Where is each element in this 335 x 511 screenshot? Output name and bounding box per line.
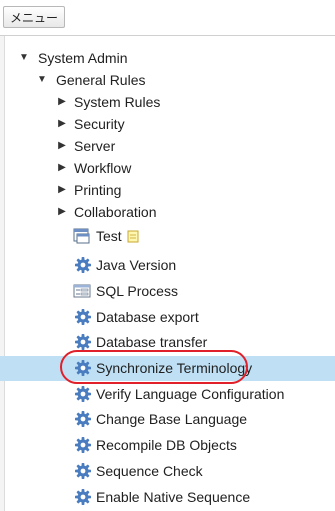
gear-icon — [74, 410, 92, 428]
menu-button[interactable]: メニュー — [3, 6, 66, 28]
collapsed-arrow-icon[interactable]: ▶ — [56, 179, 68, 201]
window-icon — [73, 227, 91, 245]
tree-item-label: Sequence Check — [96, 463, 203, 479]
collapsed-arrow-icon[interactable]: ▶ — [56, 91, 68, 113]
tree-item-label: Database transfer — [96, 334, 208, 350]
tree-item-test[interactable]: Test — [0, 225, 335, 247]
gear-icon — [74, 385, 92, 403]
tree-item-sequence-check[interactable]: Sequence Check — [0, 460, 335, 482]
tree-node-system-admin[interactable]: ▼ System Admin — [0, 47, 335, 69]
expanded-arrow-icon[interactable]: ▼ — [18, 47, 30, 69]
gear-icon — [74, 256, 92, 274]
form-icon — [73, 282, 91, 300]
tree-node-label: Security — [74, 116, 125, 132]
tree-item-verify-language-configuration[interactable]: Verify Language Configuration — [0, 383, 335, 405]
gear-icon — [74, 436, 92, 454]
tree-node-general-rules[interactable]: ▼ General Rules — [0, 69, 335, 91]
tree-node-label: Printing — [74, 182, 122, 198]
tree-node-label: Collaboration — [74, 204, 157, 220]
tree-node-label: General Rules — [56, 72, 146, 88]
note-icon — [126, 229, 144, 247]
collapsed-arrow-icon[interactable]: ▶ — [56, 201, 68, 223]
tree-folder-security[interactable]: ▶ Security — [0, 113, 335, 135]
tree-node-label: System Admin — [38, 50, 128, 66]
tree-item-label: Verify Language Configuration — [96, 386, 285, 402]
gear-icon — [74, 488, 92, 506]
tree-item-sql-process[interactable]: SQL Process — [0, 280, 335, 302]
tree-folder-system-rules[interactable]: ▶ System Rules — [0, 91, 335, 113]
tree-item-change-base-language[interactable]: Change Base Language — [0, 408, 335, 430]
tree-item-label: Java Version — [96, 257, 177, 273]
tree-item-label: Enable Native Sequence — [96, 489, 251, 505]
tree-item-label: Test — [96, 228, 122, 244]
tree-node-label: Server — [74, 138, 116, 154]
tree-folder-server[interactable]: ▶ Server — [0, 135, 335, 157]
collapsed-arrow-icon[interactable]: ▶ — [56, 157, 68, 179]
tree-folder-printing[interactable]: ▶ Printing — [0, 179, 335, 201]
tree-item-synchronize-terminology[interactable]: Synchronize Terminology — [0, 356, 335, 381]
tree-item-label: SQL Process — [96, 283, 178, 299]
gear-icon — [74, 359, 92, 377]
tree-node-label: System Rules — [74, 94, 161, 110]
tree-item-enable-native-sequence[interactable]: Enable Native Sequence — [0, 486, 335, 508]
tree-item-recompile-db-objects[interactable]: Recompile DB Objects — [0, 434, 335, 456]
gear-icon — [74, 333, 92, 351]
tree-item-label: Change Base Language — [96, 411, 248, 427]
collapsed-arrow-icon[interactable]: ▶ — [56, 135, 68, 157]
collapsed-arrow-icon[interactable]: ▶ — [56, 113, 68, 135]
expanded-arrow-icon[interactable]: ▼ — [36, 69, 48, 91]
tree-folder-workflow[interactable]: ▶ Workflow — [0, 157, 335, 179]
tree-item-database-transfer[interactable]: Database transfer — [0, 331, 335, 353]
tree-item-database-export[interactable]: Database export — [0, 306, 335, 328]
tree-item-label: Recompile DB Objects — [96, 437, 237, 453]
menu-tree-panel: ▼ System Admin ▼ General Rules ▶ System … — [0, 35, 335, 511]
tree-item-label: Synchronize Terminology — [96, 360, 253, 376]
top-bar: メニュー — [0, 0, 335, 34]
gear-icon — [74, 462, 92, 480]
tree-node-label: Workflow — [74, 160, 132, 176]
tree-item-java-version[interactable]: Java Version — [0, 254, 335, 276]
tree-item-label: Database export — [96, 309, 199, 325]
tree-folder-collaboration[interactable]: ▶ Collaboration — [0, 201, 335, 223]
gear-icon — [74, 308, 92, 326]
